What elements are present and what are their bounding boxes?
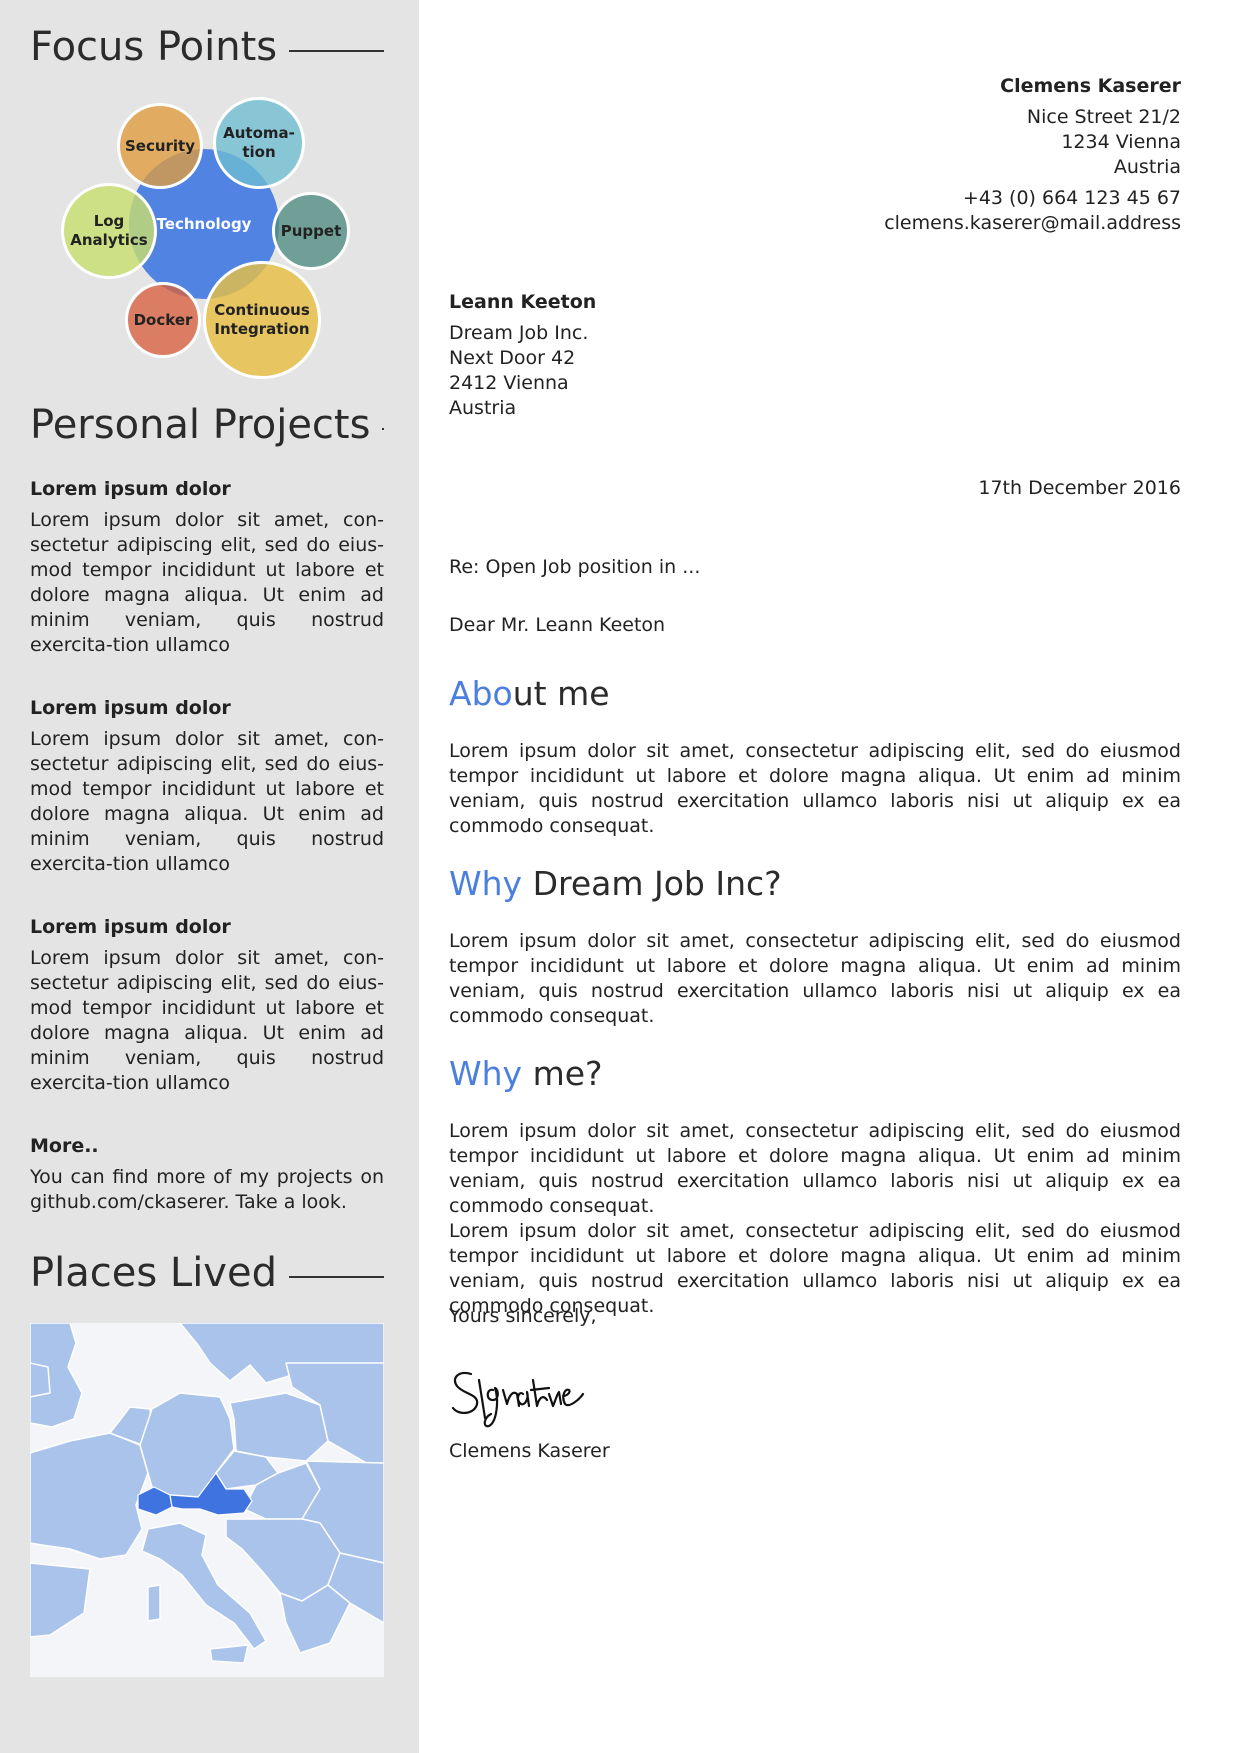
letter-date: 17th December 2016 [978,477,1181,499]
recipient-country: Austria [449,397,517,419]
more-description: You can find more of my projects on gith… [30,1166,384,1213]
heading-rule [288,1276,384,1278]
signature-image [451,1371,585,1428]
bubble-continuous-integration: Continuous Integration [203,261,321,379]
sender-city: 1234 Vienna [1061,131,1181,153]
bubble-ci-label: Continuous Integration [214,301,310,338]
bubble-docker-label: Docker [133,310,193,329]
bubble-automation-label: Automa- tion [223,124,295,161]
heading-accent: Why [449,864,523,903]
project-item: Lorem ipsum dolor Lorem ipsum dolor sit … [30,477,384,658]
sender-country: Austria [1113,156,1181,178]
places-lived-map [30,1323,384,1677]
heading-rule [382,428,384,430]
section-heading-why-company: Why Dream Job Inc? [449,864,782,903]
signed-name: Clemens Kaserer [449,1440,610,1462]
project-title: Lorem ipsum dolor [30,916,231,938]
project-title: Lorem ipsum dolor [30,478,231,500]
bubble-automation: Automa- tion [213,97,305,189]
project-item: Lorem ipsum dolor Lorem ipsum dolor sit … [30,696,384,877]
bubble-security: Security [117,103,203,189]
section-paragraph: Lorem ipsum dolor sit amet, consectetur … [449,1120,1181,1217]
bubble-log-analytics-label: Log Analytics [70,212,148,249]
sender-email: clemens.kaserer@mail.address [884,212,1181,234]
section-heading-why-me: Why me? [449,1054,603,1093]
more-projects: More.. You can find more of my projects … [30,1134,384,1215]
recipient-street: Next Door 42 [449,347,576,369]
project-description: Lorem ipsum dolor sit amet, con-sectetur… [30,728,384,875]
section-heading-about-me: About me [449,674,610,713]
heading-rule [289,50,384,52]
europe-map-image [30,1323,384,1677]
bubble-security-label: Security [124,136,196,155]
project-description: Lorem ipsum dolor sit amet, con-sectetur… [30,509,384,656]
heading-accent: Why [449,1054,523,1093]
sender-phone: +43 (0) 664 123 45 67 [962,187,1181,209]
heading-accent: Abo [449,674,513,713]
project-item: Lorem ipsum dolor Lorem ipsum dolor sit … [30,915,384,1096]
focus-points-heading: Focus Points [30,24,384,70]
recipient-address-block: Leann Keeton Dream Job Inc. Next Door 42… [449,290,596,421]
handwritten-signature [449,1360,619,1434]
section-paragraph: Lorem ipsum dolor sit amet, consectetur … [449,1220,1181,1317]
bubble-log-analytics: Log Analytics [61,183,157,279]
places-lived-title: Places Lived [30,1250,277,1296]
project-description: Lorem ipsum dolor sit amet, con-sectetur… [30,947,384,1094]
places-lived-heading: Places Lived [30,1250,384,1296]
sidebar: Focus Points Technology Security Automa-… [0,0,419,1753]
sender-address-block: Clemens Kaserer Nice Street 21/2 1234 Vi… [884,74,1181,236]
focus-points-title: Focus Points [30,24,278,70]
letter-salutation: Dear Mr. Leann Keeton [449,614,666,636]
sender-street: Nice Street 21/2 [1026,106,1181,128]
bubble-puppet-label: Puppet [280,221,342,240]
heading-rest: ut me [512,674,610,713]
letter-subject: Re: Open Job position in ... [449,556,701,578]
recipient-company: Dream Job Inc. [449,322,589,344]
personal-projects-title: Personal Projects [30,402,371,448]
section-paragraph: Lorem ipsum dolor sit amet, consectetur … [449,930,1181,1027]
letter-body: Clemens Kaserer Nice Street 21/2 1234 Vi… [449,0,1181,1753]
recipient-name: Leann Keeton [449,291,597,313]
heading-rest: Dream Job Inc? [522,864,782,903]
bubble-puppet: Puppet [272,192,350,270]
focus-points-diagram: Technology Security Automa- tion Puppet … [55,95,355,385]
recipient-city: 2412 Vienna [449,372,569,394]
heading-rest: me? [522,1054,603,1093]
personal-projects-heading: Personal Projects [30,402,384,448]
section-paragraph: Lorem ipsum dolor sit amet, consectetur … [449,740,1181,837]
sender-name: Clemens Kaserer [1000,75,1181,97]
project-title: Lorem ipsum dolor [30,697,231,719]
bubble-technology-label: Technology [156,214,252,233]
bubble-docker: Docker [125,282,201,358]
more-title: More.. [30,1135,99,1157]
letter-closing: Yours sincerely, [449,1305,597,1327]
